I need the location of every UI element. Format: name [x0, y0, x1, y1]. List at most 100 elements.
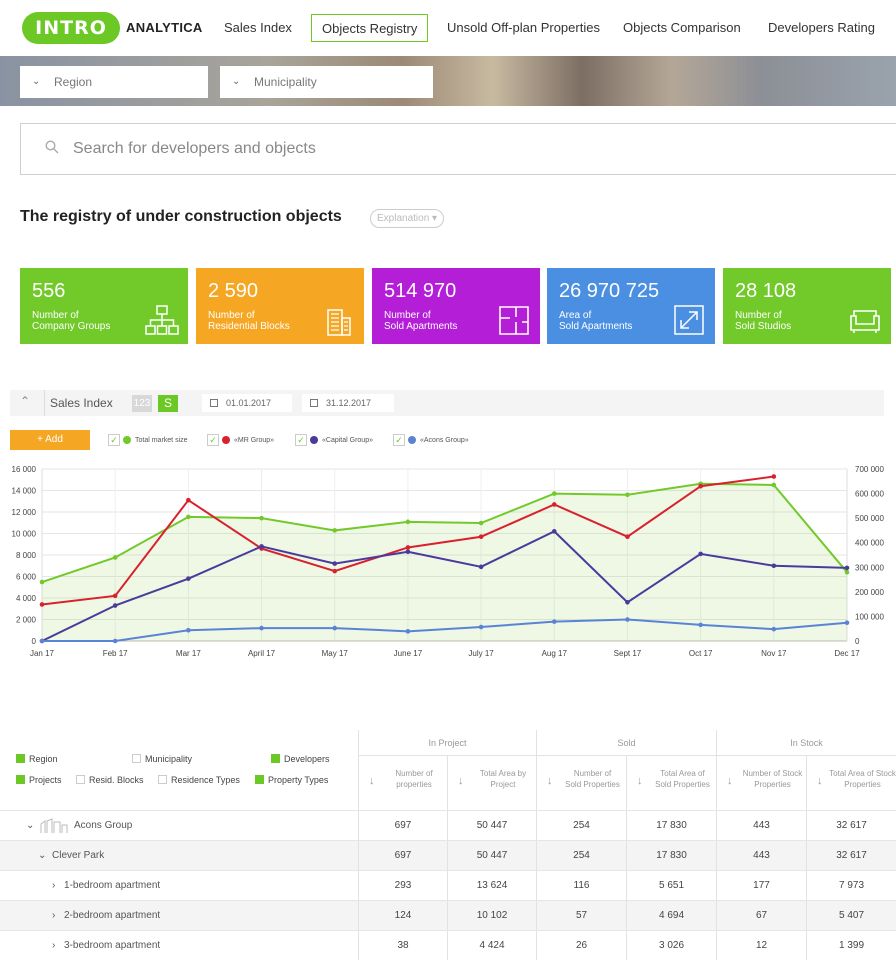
filter-checkbox[interactable]: Property Types	[255, 774, 328, 786]
y2-tick-label: 600 000	[855, 490, 884, 499]
stat-card[interactable]: 28 108 Number of Sold Studios	[723, 268, 891, 344]
chevron-right-icon[interactable]: ›	[52, 910, 55, 921]
data-point	[186, 497, 191, 503]
checkbox[interactable]	[132, 754, 141, 764]
data-point	[625, 534, 630, 540]
chevron-right-icon[interactable]: ›	[52, 940, 55, 951]
date-to-input[interactable]: 31.12.2017	[302, 394, 394, 412]
legend-checkbox[interactable]: ✓	[295, 434, 307, 446]
toggle-count[interactable]: 123	[132, 395, 152, 412]
sort-arrow-icon[interactable]: ↓	[369, 776, 375, 787]
data-point	[259, 625, 264, 631]
filter-checkbox[interactable]: Region	[16, 753, 58, 765]
y2-tick-label: 100 000	[855, 612, 884, 621]
legend-item[interactable]: ✓ Total market size	[108, 434, 188, 446]
filter-checkbox[interactable]: Developers	[271, 753, 330, 765]
region-select-label: Region	[54, 75, 93, 89]
chevron-down-icon[interactable]: ⌄	[26, 820, 34, 831]
data-point	[698, 551, 703, 557]
nav-objects-registry[interactable]: Objects Registry	[311, 14, 429, 42]
y-tick-label: 0	[32, 637, 37, 646]
x-tick-label: Feb 17	[103, 649, 128, 658]
column-header[interactable]: ↓ Total Area of Sold Properties	[626, 756, 716, 810]
toggle-area[interactable]: S	[158, 395, 178, 412]
sort-arrow-icon[interactable]: ↓	[637, 776, 643, 787]
logo[interactable]: INTRO	[22, 12, 120, 44]
chart-title: Sales Index	[50, 396, 113, 410]
sort-arrow-icon[interactable]: ↓	[727, 776, 733, 787]
filter-label: Property Types	[268, 775, 329, 785]
filter-checkbox[interactable]: Municipality	[132, 753, 192, 765]
data-point	[698, 483, 703, 489]
table-row[interactable]: › 3-bedroom apartment 38 4 424 26 3 026 12 1 39…	[0, 930, 896, 960]
stat-card[interactable]: 2 590 Number of Residential Blocks	[196, 268, 364, 344]
table-row[interactable]: › 1-bedroom apartment 293 13 624 116 5 651 177…	[0, 870, 896, 901]
column-header[interactable]: ↓ Total Area of Stock Properties	[806, 756, 896, 810]
checkbox[interactable]	[158, 775, 167, 785]
filter-checkbox[interactable]: Residence Types	[158, 774, 240, 786]
checkbox[interactable]	[255, 775, 264, 785]
data-point	[771, 482, 777, 488]
column-header[interactable]: ↓ Number of properties	[358, 756, 447, 810]
stat-label: Number of Company Groups	[32, 310, 110, 332]
legend-item[interactable]: ✓ «MR Group»	[207, 434, 274, 446]
data-point	[405, 629, 411, 634]
sort-arrow-icon[interactable]: ↓	[817, 776, 823, 787]
search-input[interactable]: Search for developers and objects	[20, 123, 896, 175]
column-header-line2: Sold Properties	[565, 780, 620, 789]
stat-card[interactable]: 514 970 Number of Sold Apartments	[372, 268, 540, 344]
column-header[interactable]: ↓ Number of Sold Properties	[536, 756, 626, 810]
data-point	[551, 619, 557, 624]
brand-name: ANALYTICA	[126, 20, 203, 35]
date-from-input[interactable]: 01.01.2017	[202, 394, 292, 412]
legend-item[interactable]: ✓ «Capital Group»	[295, 434, 373, 446]
nav-unsold-offplan[interactable]: Unsold Off-plan Properties	[437, 14, 610, 42]
column-header[interactable]: ↓ Number of Stock Properties	[716, 756, 806, 810]
checkbox[interactable]	[271, 754, 280, 764]
column-header-line1: Total Area by	[479, 769, 527, 778]
table-cell: 254	[536, 841, 626, 871]
checkbox[interactable]	[76, 775, 85, 785]
column-header[interactable]: ↓ Total Area by Project	[447, 756, 536, 810]
y2-tick-label: 700 000	[855, 465, 884, 474]
filter-label: Municipality	[145, 754, 193, 764]
table-cell: 177	[716, 871, 806, 901]
sort-arrow-icon[interactable]: ↓	[547, 776, 553, 787]
chevron-down-icon[interactable]: ⌄	[38, 850, 46, 861]
table-row[interactable]: ⌄ Acons Group 697 50 447 254 17 830 443 32 617	[0, 810, 896, 841]
region-select[interactable]: ⌄ Region	[20, 66, 208, 98]
nav-developers-rating[interactable]: Developers Rating	[758, 14, 885, 42]
add-series-button[interactable]: + Add	[10, 430, 90, 450]
data-point	[112, 638, 118, 644]
stat-card[interactable]: 26 970 725 Area of Sold Apartments	[547, 268, 715, 344]
legend-checkbox[interactable]: ✓	[207, 434, 219, 446]
checkbox[interactable]	[16, 775, 25, 785]
chevron-right-icon[interactable]: ›	[52, 880, 55, 891]
filter-checkbox[interactable]: Projects	[16, 774, 62, 786]
calendar-icon	[310, 399, 318, 407]
legend-checkbox[interactable]: ✓	[108, 434, 120, 446]
explanation-dropdown[interactable]: Explanation ▾	[370, 209, 445, 228]
legend-label: «Capital Group»	[322, 436, 373, 444]
nav-sales-index[interactable]: Sales Index	[214, 14, 302, 42]
sort-arrow-icon[interactable]: ↓	[458, 776, 464, 787]
stat-card[interactable]: 556 Number of Company Groups	[20, 268, 188, 344]
stat-label-line1: Number of	[735, 310, 782, 321]
legend-label: «MR Group»	[234, 436, 275, 444]
x-tick-label: Nov 17	[761, 649, 787, 658]
table-row[interactable]: › 2-bedroom apartment 124 10 102 57 4 694 67 5 …	[0, 900, 896, 931]
legend-item[interactable]: ✓ «Acons Group»	[393, 434, 469, 446]
legend-label: «Acons Group»	[420, 436, 469, 444]
series-area	[42, 483, 847, 641]
data-point	[625, 617, 630, 622]
checkbox[interactable]	[16, 754, 25, 764]
collapse-icon[interactable]: ⌃	[20, 394, 30, 408]
table-row[interactable]: ⌄ Clever Park 697 50 447 254 17 830 443 32 617	[0, 840, 896, 871]
stat-label-line1: Number of	[384, 310, 431, 321]
nav-objects-comparison[interactable]: Objects Comparison	[613, 14, 751, 42]
filter-checkbox[interactable]: Resid. Blocks	[76, 774, 144, 786]
table-cell: 13 624	[447, 871, 536, 901]
municipality-select[interactable]: ⌄ Municipality	[220, 66, 433, 98]
legend-checkbox[interactable]: ✓	[393, 434, 405, 446]
table-cell: 443	[716, 841, 806, 871]
